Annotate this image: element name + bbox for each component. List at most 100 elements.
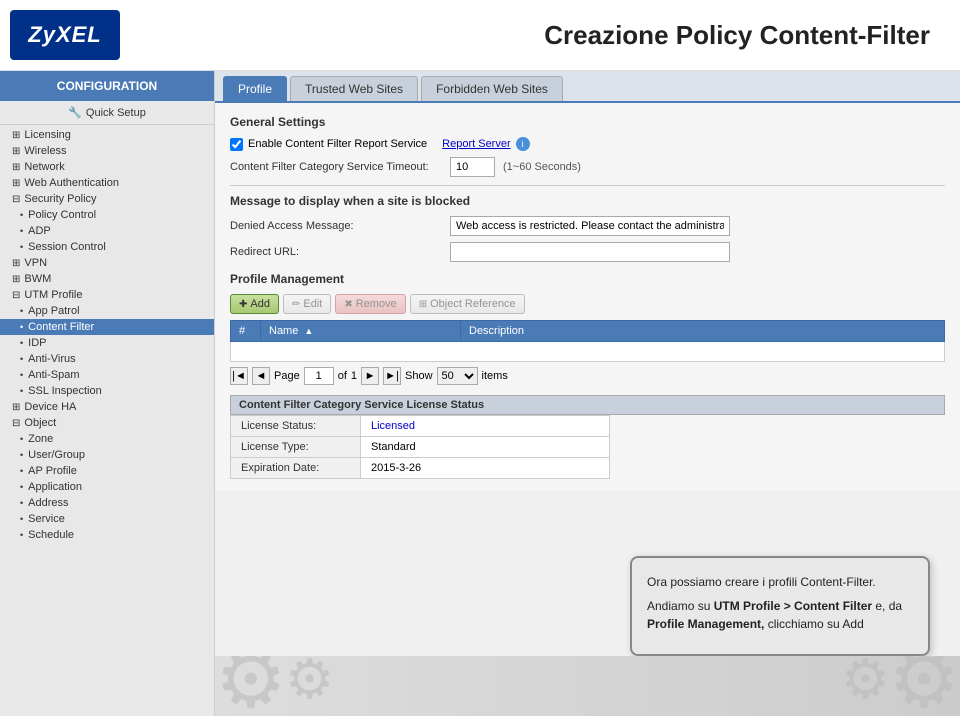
sidebar-item-policy-control[interactable]: • Policy Control xyxy=(0,207,214,223)
sidebar-item-ap-profile[interactable]: • AP Profile xyxy=(0,463,214,479)
first-page-button[interactable]: |◄ xyxy=(230,367,248,385)
redirect-input[interactable] xyxy=(450,242,730,262)
block-msg-title: Message to display when a site is blocke… xyxy=(230,194,945,208)
page-title: Creazione Policy Content-Filter xyxy=(544,20,930,51)
info-icon[interactable]: i xyxy=(516,137,530,151)
report-server-link[interactable]: Report Server xyxy=(442,138,510,150)
enable-filter-checkbox[interactable] xyxy=(230,138,243,151)
sidebar-label: ADP xyxy=(28,225,51,237)
sidebar-item-content-filter[interactable]: • Content Filter xyxy=(0,319,214,335)
denied-input[interactable] xyxy=(450,216,730,236)
quick-setup[interactable]: 🔧 Quick Setup xyxy=(0,101,214,125)
page-input[interactable] xyxy=(304,367,334,385)
sidebar-item-application[interactable]: • Application xyxy=(0,479,214,495)
sidebar-item-idp[interactable]: • IDP xyxy=(0,335,214,351)
expand-icon: ⊞ xyxy=(12,178,20,189)
sidebar-label: Service xyxy=(28,513,65,525)
tab-trusted[interactable]: Trusted Web Sites xyxy=(290,76,418,101)
callout-box: Ora possiamo creare i profili Content-Fi… xyxy=(630,556,930,656)
sidebar-item-device-ha[interactable]: ⊞ Device HA xyxy=(0,399,214,415)
bullet-icon: • xyxy=(20,242,23,252)
sidebar-label: UTM Profile xyxy=(24,289,82,301)
gear-icon-left: ⚙ xyxy=(215,656,287,716)
sidebar-item-vpn[interactable]: ⊞ VPN xyxy=(0,255,214,271)
content-panel: Profile Trusted Web Sites Forbidden Web … xyxy=(215,71,960,716)
sidebar-label: Zone xyxy=(28,433,53,445)
sidebar-label: SSL Inspection xyxy=(28,385,102,397)
wrench-icon: 🔧 xyxy=(68,106,82,119)
sort-icon: ▲ xyxy=(304,326,313,336)
expand-icon: ⊞ xyxy=(12,258,20,269)
of-label: of xyxy=(338,370,347,382)
plus-icon: ✚ xyxy=(239,299,247,310)
sidebar-label: Anti-Virus xyxy=(28,353,75,365)
col-desc-header: Description xyxy=(461,321,945,342)
bullet-icon: • xyxy=(20,498,23,508)
bullet-icon: • xyxy=(20,530,23,540)
expiry-label: Expiration Date: xyxy=(231,458,361,479)
sidebar-label: App Patrol xyxy=(28,305,79,317)
sidebar-item-anti-virus[interactable]: • Anti-Virus xyxy=(0,351,214,367)
sidebar-item-object[interactable]: ⊟ Object xyxy=(0,415,214,431)
bullet-icon: • xyxy=(20,306,23,316)
sidebar-item-licensing[interactable]: ⊞ Licensing xyxy=(0,127,214,143)
show-label: Show xyxy=(405,370,433,382)
remove-button[interactable]: ✖ Remove xyxy=(335,294,405,314)
logo-text: ZyXEL xyxy=(28,22,101,48)
timeout-hint: (1~60 Seconds) xyxy=(503,161,581,173)
sidebar-item-wireless[interactable]: ⊞ Wireless xyxy=(0,143,214,159)
edit-button[interactable]: ✏ Edit xyxy=(283,294,331,314)
sidebar-item-schedule[interactable]: • Schedule xyxy=(0,527,214,543)
quick-setup-label: Quick Setup xyxy=(86,107,146,119)
sidebar-item-security-policy[interactable]: ⊟ Security Policy xyxy=(0,191,214,207)
sidebar-label: IDP xyxy=(28,337,46,349)
logo: ZyXEL xyxy=(10,10,120,60)
prev-page-button[interactable]: ◄ xyxy=(252,367,270,385)
sidebar-item-ssl-inspection[interactable]: • SSL Inspection xyxy=(0,383,214,399)
sidebar-label: Web Authentication xyxy=(24,177,119,189)
sidebar-item-zone[interactable]: • Zone xyxy=(0,431,214,447)
col-desc-label: Description xyxy=(469,325,524,337)
bullet-icon: • xyxy=(20,210,23,220)
add-button[interactable]: ✚ Add xyxy=(230,294,279,314)
expand-icon: ⊞ xyxy=(12,162,20,173)
add-label: Add xyxy=(250,298,270,310)
sidebar-item-web-auth[interactable]: ⊞ Web Authentication xyxy=(0,175,214,191)
remove-label: Remove xyxy=(356,298,397,310)
sidebar-item-bwm[interactable]: ⊞ BWM xyxy=(0,271,214,287)
bullet-icon: • xyxy=(20,386,23,396)
col-num-label: # xyxy=(239,325,245,337)
sidebar-item-anti-spam[interactable]: • Anti-Spam xyxy=(0,367,214,383)
col-name-header[interactable]: Name ▲ xyxy=(261,321,461,342)
object-ref-button[interactable]: ⊞ Object Reference xyxy=(410,294,525,314)
bullet-icon: • xyxy=(20,450,23,460)
sidebar-item-address[interactable]: • Address xyxy=(0,495,214,511)
expand-icon: ⊟ xyxy=(12,290,20,301)
bullet-icon: • xyxy=(20,514,23,524)
type-value: Standard xyxy=(361,437,610,458)
sidebar-item-app-patrol[interactable]: • App Patrol xyxy=(0,303,214,319)
sidebar-item-adp[interactable]: • ADP xyxy=(0,223,214,239)
sidebar-item-utm-profile[interactable]: ⊟ UTM Profile xyxy=(0,287,214,303)
sidebar: CONFIGURATION 🔧 Quick Setup ⊞ Licensing … xyxy=(0,71,215,716)
gear-icon-right: ⚙ xyxy=(888,656,960,716)
sidebar-item-user-group[interactable]: • User/Group xyxy=(0,447,214,463)
bullet-icon: • xyxy=(20,466,23,476)
sidebar-label: Wireless xyxy=(24,145,66,157)
tab-forbidden[interactable]: Forbidden Web Sites xyxy=(421,76,563,101)
tab-profile[interactable]: Profile xyxy=(223,76,287,101)
callout-line1: Ora possiamo creare i profili Content-Fi… xyxy=(647,573,913,591)
sidebar-label: Network xyxy=(24,161,64,173)
timeout-input[interactable] xyxy=(450,157,495,177)
sidebar-item-service[interactable]: • Service xyxy=(0,511,214,527)
profile-table: # Name ▲ Description xyxy=(230,320,945,362)
timeout-row: Content Filter Category Service Timeout:… xyxy=(230,157,945,177)
last-page-button[interactable]: ►| xyxy=(383,367,401,385)
license-type-row: License Type: Standard xyxy=(231,437,610,458)
inner-content: General Settings Enable Content Filter R… xyxy=(215,103,960,491)
sidebar-item-session-control[interactable]: • Session Control xyxy=(0,239,214,255)
show-select[interactable]: 50 25 100 xyxy=(437,367,478,385)
sidebar-item-network[interactable]: ⊞ Network xyxy=(0,159,214,175)
sidebar-label: Session Control xyxy=(28,241,106,253)
next-page-button[interactable]: ► xyxy=(361,367,379,385)
